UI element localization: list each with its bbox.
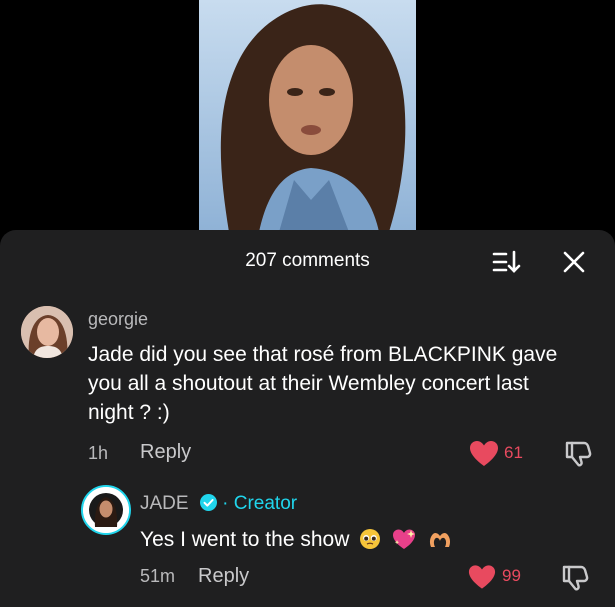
comment-text-body: Yes I went to the show xyxy=(140,528,350,551)
creator-avatar[interactable] xyxy=(81,485,131,535)
video-thumbnail[interactable] xyxy=(199,0,416,232)
comment-username[interactable]: georgie xyxy=(88,309,148,330)
dislike-icon[interactable] xyxy=(563,438,593,468)
heart-hands-emoji xyxy=(429,532,450,547)
avatar[interactable] xyxy=(21,306,73,358)
close-icon[interactable] xyxy=(560,248,588,276)
sparkling-heart-emoji xyxy=(393,529,416,549)
pleading-face-emoji xyxy=(360,529,381,549)
name-separator: · xyxy=(222,493,234,514)
video-area[interactable] xyxy=(0,0,615,232)
video-frame-image xyxy=(199,0,416,232)
verified-badge-icon xyxy=(199,494,217,511)
reply-button[interactable]: Reply xyxy=(198,565,249,588)
georgie-avatar-image xyxy=(21,306,73,358)
comment-text: Yes I went to the show xyxy=(140,525,453,554)
like-count: 61 xyxy=(504,443,523,462)
comment-text: Jade did you see that rosé from BLACKPIN… xyxy=(88,343,558,424)
jade-avatar-image xyxy=(83,487,129,533)
reply-button[interactable]: Reply xyxy=(140,441,191,464)
comment-timestamp: 1h xyxy=(88,443,109,463)
dislike-icon[interactable] xyxy=(560,562,590,592)
creator-name-row: JADE · Creator xyxy=(140,493,297,515)
creator-badge: Creator xyxy=(233,493,298,514)
comment-count: 207 comments xyxy=(245,250,370,271)
comment-username[interactable]: JADE xyxy=(140,493,189,514)
like-heart-icon[interactable] xyxy=(469,440,499,467)
sort-icon[interactable] xyxy=(491,248,521,276)
comment-timestamp: 51m xyxy=(140,566,176,586)
like-count: 99 xyxy=(502,566,521,585)
like-heart-icon[interactable] xyxy=(468,564,496,590)
